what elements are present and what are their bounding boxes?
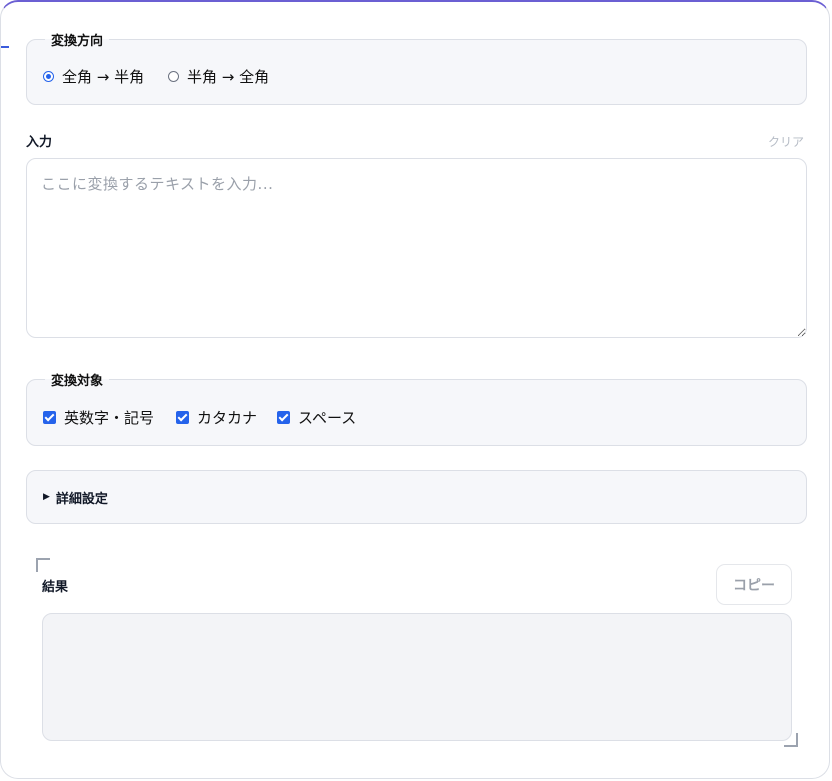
- checkbox-checked-icon[interactable]: [277, 411, 290, 424]
- radio-unselected-icon[interactable]: [168, 71, 179, 82]
- triangle-right-icon: ▶: [43, 492, 50, 502]
- radio-label-zen-to-han: 全角 → 半角: [62, 68, 145, 86]
- checkbox-label-katakana: カタカナ: [197, 409, 258, 427]
- checkbox-space[interactable]: スペース: [277, 407, 356, 428]
- input-textarea[interactable]: [26, 158, 807, 338]
- corner-bracket-bottom-right: [784, 733, 798, 747]
- result-label: 結果: [42, 580, 69, 595]
- radio-selected-icon[interactable]: [43, 71, 54, 82]
- converter-card: 変換方向 全角 → 半角 半角 → 全角 入力 クリア 変換対象 英数字・記号 …: [0, 0, 830, 779]
- radio-label-han-to-zen: 半角 → 全角: [187, 68, 270, 86]
- radio-han-to-zen[interactable]: 半角 → 全角: [168, 66, 269, 87]
- radio-zen-to-han[interactable]: 全角 → 半角: [43, 66, 144, 87]
- corner-bracket-top-left: [36, 558, 50, 572]
- clear-button[interactable]: クリア: [768, 133, 804, 150]
- edge-marker: [1, 46, 9, 48]
- advanced-settings-toggle[interactable]: ▶ 詳細設定: [26, 470, 807, 524]
- input-label: 入力: [26, 135, 53, 150]
- checkbox-label-space: スペース: [298, 409, 357, 427]
- checkbox-alnum[interactable]: 英数字・記号: [43, 407, 154, 428]
- checkbox-katakana[interactable]: カタカナ: [176, 407, 257, 428]
- advanced-settings-label: 詳細設定: [55, 491, 108, 507]
- checkbox-checked-icon[interactable]: [43, 411, 56, 424]
- checkbox-checked-icon[interactable]: [176, 411, 189, 424]
- targets-legend: 変換対象: [51, 374, 104, 389]
- direction-legend: 変換方向: [51, 34, 104, 49]
- checkbox-label-alnum: 英数字・記号: [64, 409, 155, 427]
- result-output[interactable]: [42, 613, 792, 741]
- copy-button[interactable]: コピー: [716, 564, 792, 605]
